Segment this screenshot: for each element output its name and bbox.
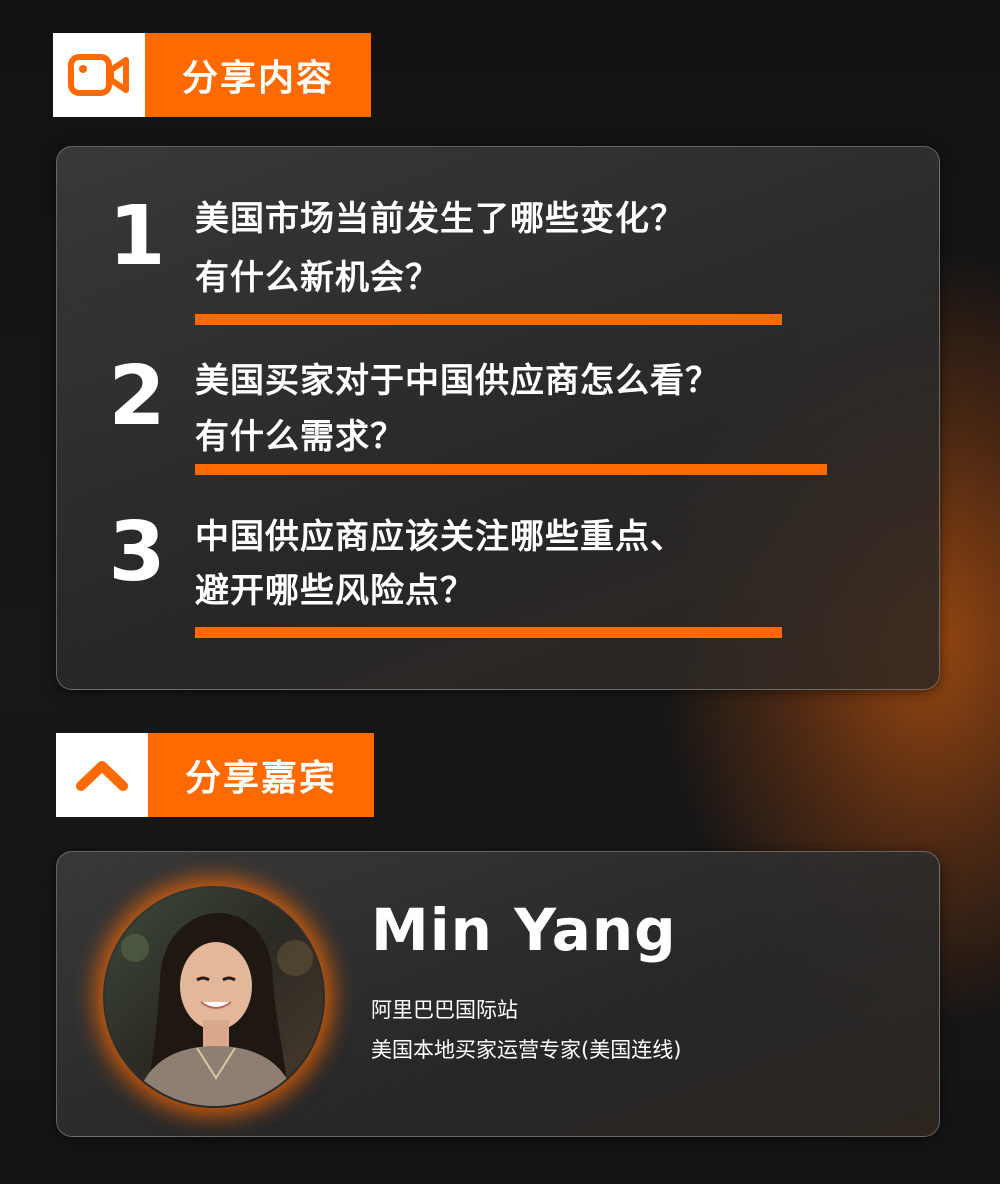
topic-number: 1 (108, 189, 166, 284)
topic-underline (195, 314, 782, 325)
topic-underline (195, 627, 782, 638)
topic-number: 3 (108, 505, 166, 600)
topic-number: 2 (108, 349, 166, 444)
topic-line-2: 避开哪些风险点？ (195, 571, 475, 611)
speaker-role: 美国本地买家运营专家(美国连线) (371, 1038, 682, 1062)
topic-line-1: 中国供应商应该关注哪些重点、 (195, 517, 685, 557)
speaker-card: Min Yang 阿里巴巴国际站 美国本地买家运营专家(美国连线) (56, 851, 940, 1137)
speaker-organization: 阿里巴巴国际站 (371, 998, 518, 1022)
speaker-tag-icon-box (56, 733, 148, 817)
topics-section-tag: 分享内容 (53, 33, 371, 117)
topics-tag-icon-box (53, 33, 145, 117)
topic-line-2: 有什么新机会？ (195, 258, 440, 298)
speaker-section-tag: 分享嘉宾 (56, 733, 374, 817)
speaker-avatar (105, 888, 323, 1106)
topic-line-1: 美国市场当前发生了哪些变化？ (195, 199, 685, 239)
topic-line-1: 美国买家对于中国供应商怎么看？ (195, 361, 720, 401)
topics-card: 1 美国市场当前发生了哪些变化？ 有什么新机会？ 2 美国买家对于中国供应商怎么… (56, 146, 940, 690)
video-camera-icon (68, 54, 129, 96)
topics-section-title: 分享内容 (145, 33, 371, 117)
chevron-up-icon (76, 761, 128, 791)
speaker-name: Min Yang (371, 896, 677, 964)
topic-underline (195, 464, 827, 475)
speaker-portrait-icon (105, 888, 323, 1106)
topic-line-2: 有什么需求？ (195, 417, 405, 457)
speaker-section-title: 分享嘉宾 (148, 733, 374, 817)
